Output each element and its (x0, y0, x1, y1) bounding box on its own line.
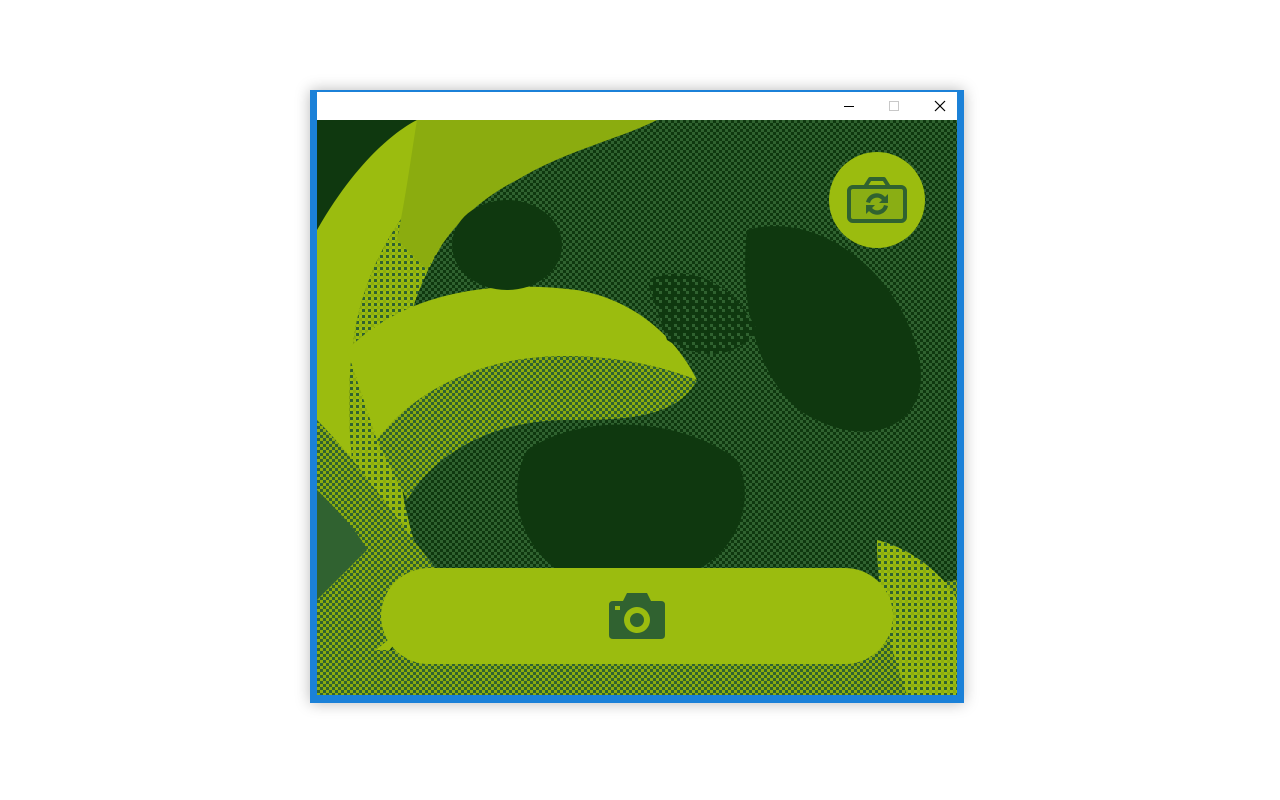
camera-viewfinder (317, 120, 957, 695)
app-window (310, 90, 964, 703)
title-bar[interactable] (317, 92, 957, 120)
close-icon (934, 100, 946, 112)
camera-icon (609, 593, 665, 639)
maximize-button[interactable] (871, 92, 917, 120)
minimize-button[interactable] (826, 92, 872, 120)
capture-button[interactable] (381, 568, 893, 664)
switch-camera-button[interactable] (829, 152, 925, 248)
maximize-icon (889, 101, 899, 111)
close-button[interactable] (917, 92, 963, 120)
camera-switch-icon (847, 177, 907, 223)
minimize-icon (844, 106, 854, 107)
